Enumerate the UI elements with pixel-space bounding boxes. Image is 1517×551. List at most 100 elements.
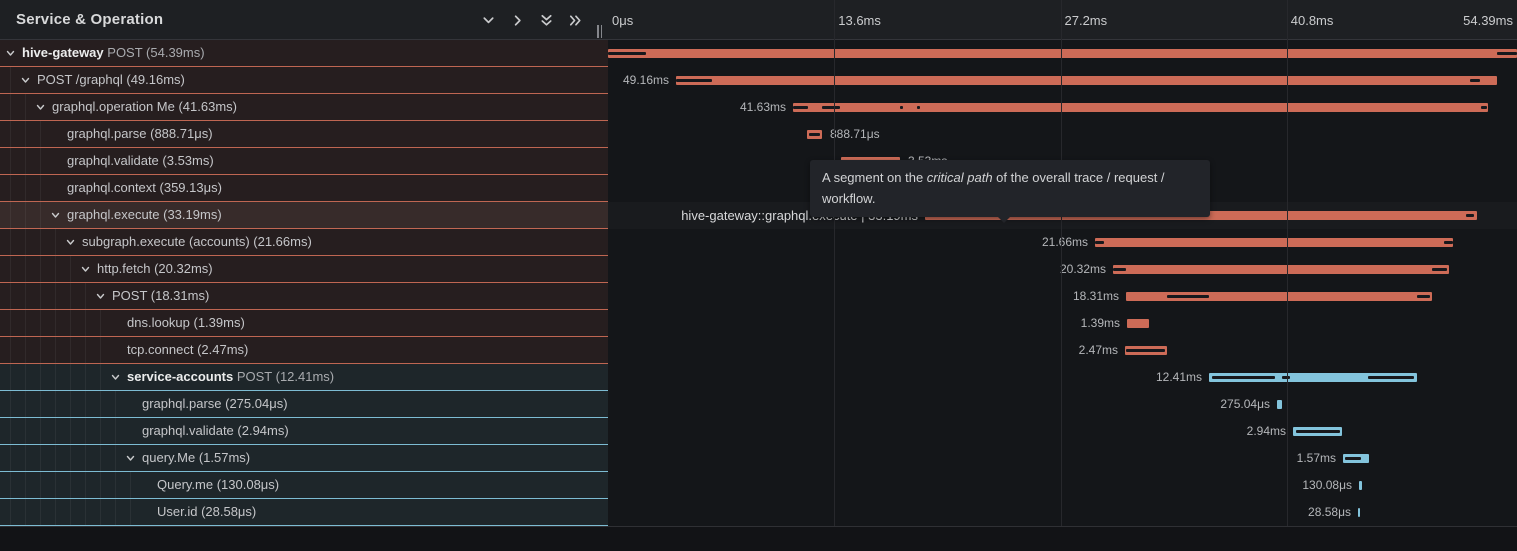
span-bar[interactable] <box>1358 508 1360 517</box>
span-bar-cell[interactable] <box>608 40 1517 67</box>
chevron-down-icon[interactable] <box>481 13 496 28</box>
span-bar[interactable] <box>608 49 1517 58</box>
tree-indent-guide <box>55 337 56 364</box>
span-bar[interactable] <box>793 103 1488 112</box>
span-bar[interactable] <box>1209 373 1417 382</box>
panel-resize-grip[interactable] <box>595 25 604 38</box>
span-tree-cell[interactable]: query.Me (1.57ms) <box>0 445 608 472</box>
span-tree-cell[interactable]: dns.lookup (1.39ms) <box>0 310 608 337</box>
span-row[interactable]: http.fetch (20.32ms)20.32ms <box>0 256 1517 283</box>
span-row[interactable]: graphql.parse (275.04μs)275.04μs <box>0 391 1517 418</box>
critical-path-segment <box>793 106 808 109</box>
span-row[interactable]: dns.lookup (1.39ms)1.39ms <box>0 310 1517 337</box>
span-tree-cell[interactable]: Query.me (130.08μs) <box>0 472 608 499</box>
chevron-down-icon[interactable] <box>110 372 121 383</box>
span-row[interactable]: graphql.context (359.13μs)359.13μs <box>0 175 1517 202</box>
span-bar-cell[interactable]: 275.04μs <box>608 391 1517 418</box>
span-bar[interactable] <box>1343 454 1369 463</box>
span-row-label: graphql.validate (3.53ms) <box>67 148 214 174</box>
span-tree-cell[interactable]: graphql.parse (888.71μs) <box>0 121 608 148</box>
span-bar[interactable] <box>1277 400 1282 409</box>
span-row[interactable]: graphql.parse (888.71μs)888.71μs <box>0 121 1517 148</box>
span-bar-cell[interactable]: 20.32ms <box>608 256 1517 283</box>
span-row[interactable]: graphql.operation Me (41.63ms)41.63ms <box>0 94 1517 121</box>
span-row-label: User.id (28.58μs) <box>157 499 256 525</box>
tree-indent-guide <box>10 148 11 175</box>
tree-indent-guide <box>100 445 101 472</box>
span-tree-cell[interactable]: graphql.validate (2.94ms) <box>0 418 608 445</box>
span-bar[interactable] <box>1126 292 1432 301</box>
span-row-label: query.Me (1.57ms) <box>142 445 250 471</box>
span-row[interactable]: User.id (28.58μs) 28.58μs <box>0 499 1517 526</box>
span-bar[interactable] <box>1125 346 1167 355</box>
double-chevron-right-icon[interactable] <box>568 13 583 28</box>
span-tree-cell[interactable]: graphql.execute (33.19ms) <box>0 202 608 229</box>
span-row[interactable]: graphql.execute (33.19ms)hive-gateway::g… <box>0 202 1517 229</box>
tree-indent-guide <box>55 256 56 283</box>
span-row[interactable]: graphql.validate (2.94ms)2.94ms <box>0 418 1517 445</box>
span-bar-cell[interactable]: 888.71μs <box>608 121 1517 148</box>
span-bar[interactable] <box>807 130 822 139</box>
tree-indent-guide <box>70 364 71 391</box>
span-tree-cell[interactable]: graphql.validate (3.53ms) <box>0 148 608 175</box>
span-row[interactable]: tcp.connect (2.47ms) 2.47ms <box>0 337 1517 364</box>
chevron-right-icon[interactable] <box>510 13 525 28</box>
double-chevron-down-icon[interactable] <box>539 13 554 28</box>
span-bar-cell[interactable]: 2.94ms <box>608 418 1517 445</box>
chevron-down-icon[interactable] <box>80 264 91 275</box>
span-bar-cell[interactable]: 1.57ms <box>608 445 1517 472</box>
chevron-down-icon[interactable] <box>35 102 46 113</box>
span-bar[interactable] <box>1293 427 1342 436</box>
span-row[interactable]: query.Me (1.57ms) 1.57ms <box>0 445 1517 472</box>
tree-indent-guide <box>70 337 71 364</box>
critical-path-segment <box>822 106 840 109</box>
span-bar[interactable] <box>1359 481 1362 490</box>
span-bar-cell[interactable]: 49.16ms <box>608 67 1517 94</box>
span-row-label: tcp.connect (2.47ms) <box>127 337 248 363</box>
span-row[interactable]: POST /graphql (49.16ms)49.16ms <box>0 67 1517 94</box>
chevron-down-icon[interactable] <box>50 210 61 221</box>
span-bar-cell[interactable]: 28.58μs <box>608 499 1517 526</box>
span-bar[interactable] <box>1095 238 1453 247</box>
chevron-down-icon[interactable] <box>125 453 136 464</box>
span-bar-cell[interactable]: 18.31ms <box>608 283 1517 310</box>
span-tree-cell[interactable]: POST /graphql (49.16ms) <box>0 67 608 94</box>
critical-path-segment <box>917 106 920 109</box>
span-row[interactable]: service-accounts POST (12.41ms)12.41ms <box>0 364 1517 391</box>
span-row[interactable]: POST (18.31ms)18.31ms <box>0 283 1517 310</box>
span-tree-cell[interactable]: http.fetch (20.32ms) <box>0 256 608 283</box>
span-bar-cell[interactable]: 1.39ms <box>608 310 1517 337</box>
span-bar[interactable] <box>1127 319 1149 328</box>
span-tree-cell[interactable]: subgraph.execute (accounts) (21.66ms) <box>0 229 608 256</box>
span-bar-cell[interactable]: 2.47ms <box>608 337 1517 364</box>
chevron-down-icon[interactable] <box>65 237 76 248</box>
span-bar-cell[interactable]: 130.08μs <box>608 472 1517 499</box>
span-tree-cell[interactable]: POST (18.31ms) <box>0 283 608 310</box>
span-row[interactable]: Query.me (130.08μs)130.08μs <box>0 472 1517 499</box>
span-tree-cell[interactable]: graphql.parse (275.04μs) <box>0 391 608 418</box>
span-tree-cell[interactable]: graphql.context (359.13μs) <box>0 175 608 202</box>
span-bar-cell[interactable]: 21.66ms <box>608 229 1517 256</box>
timeline-tick-label: 27.2ms <box>1065 0 1108 42</box>
span-tree-cell[interactable]: graphql.operation Me (41.63ms) <box>0 94 608 121</box>
span-row[interactable]: hive-gateway POST (54.39ms) <box>0 40 1517 67</box>
span-tree-cell[interactable]: User.id (28.58μs) <box>0 499 608 526</box>
span-row[interactable]: graphql.validate (3.53ms)3.53ms <box>0 148 1517 175</box>
chevron-down-icon[interactable] <box>20 75 31 86</box>
tree-indent-guide <box>10 445 11 472</box>
tree-indent-guide <box>10 175 11 202</box>
span-bar-cell[interactable]: 41.63ms <box>608 94 1517 121</box>
span-tree-cell[interactable]: service-accounts POST (12.41ms) <box>0 364 608 391</box>
span-tree-cell[interactable]: hive-gateway POST (54.39ms) <box>0 40 608 67</box>
span-bar[interactable] <box>1113 265 1449 274</box>
span-bar-cell[interactable]: 12.41ms <box>608 364 1517 391</box>
span-row-label: subgraph.execute (accounts) (21.66ms) <box>82 229 312 255</box>
span-row[interactable]: subgraph.execute (accounts) (21.66ms) 21.… <box>0 229 1517 256</box>
chevron-down-icon[interactable] <box>5 48 16 59</box>
span-tree-cell[interactable]: tcp.connect (2.47ms) <box>0 337 608 364</box>
chevron-down-icon[interactable] <box>95 291 106 302</box>
tree-indent-guide <box>25 229 26 256</box>
span-bar[interactable] <box>676 76 1497 85</box>
critical-path-segment <box>608 52 646 55</box>
tree-indent-guide <box>100 364 101 391</box>
